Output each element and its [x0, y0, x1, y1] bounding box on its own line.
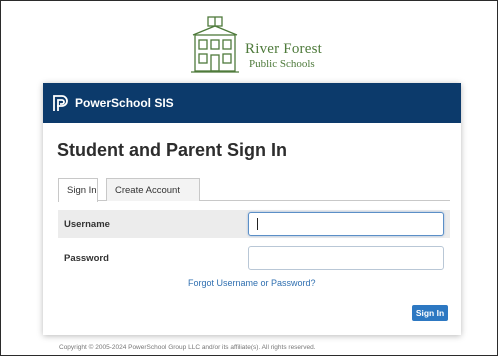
- district-logo: River Forest Public Schools: [189, 15, 329, 77]
- district-name: River Forest: [245, 41, 322, 57]
- copyright-footer: Copyright © 2005-2024 PowerSchool Group …: [59, 344, 316, 351]
- district-subtitle: Public Schools: [249, 58, 315, 70]
- tab-sign-in[interactable]: Sign In: [58, 178, 98, 202]
- username-input[interactable]: [248, 212, 444, 236]
- schoolhouse-icon: [191, 16, 239, 73]
- username-row: Username: [58, 210, 450, 238]
- sign-in-card: PowerSchool SIS Student and Parent Sign …: [43, 83, 461, 335]
- page-frame: River Forest Public Schools PowerSchool …: [0, 0, 498, 356]
- username-label: Username: [64, 219, 110, 230]
- tab-create-account[interactable]: Create Account: [106, 178, 200, 201]
- sign-in-button[interactable]: Sign In: [412, 305, 448, 321]
- product-title: PowerSchool SIS: [75, 96, 174, 110]
- header-bar: PowerSchool SIS: [43, 83, 461, 123]
- forgot-credentials-link[interactable]: Forgot Username or Password?: [188, 278, 316, 288]
- page-title: Student and Parent Sign In: [57, 140, 288, 160]
- tab-bar: Sign In Create Account: [58, 175, 450, 202]
- password-label: Password: [64, 253, 109, 264]
- password-row: Password: [58, 244, 450, 272]
- password-input[interactable]: [248, 246, 444, 270]
- text-caret: [257, 218, 258, 230]
- powerschool-logo-icon: [53, 95, 68, 111]
